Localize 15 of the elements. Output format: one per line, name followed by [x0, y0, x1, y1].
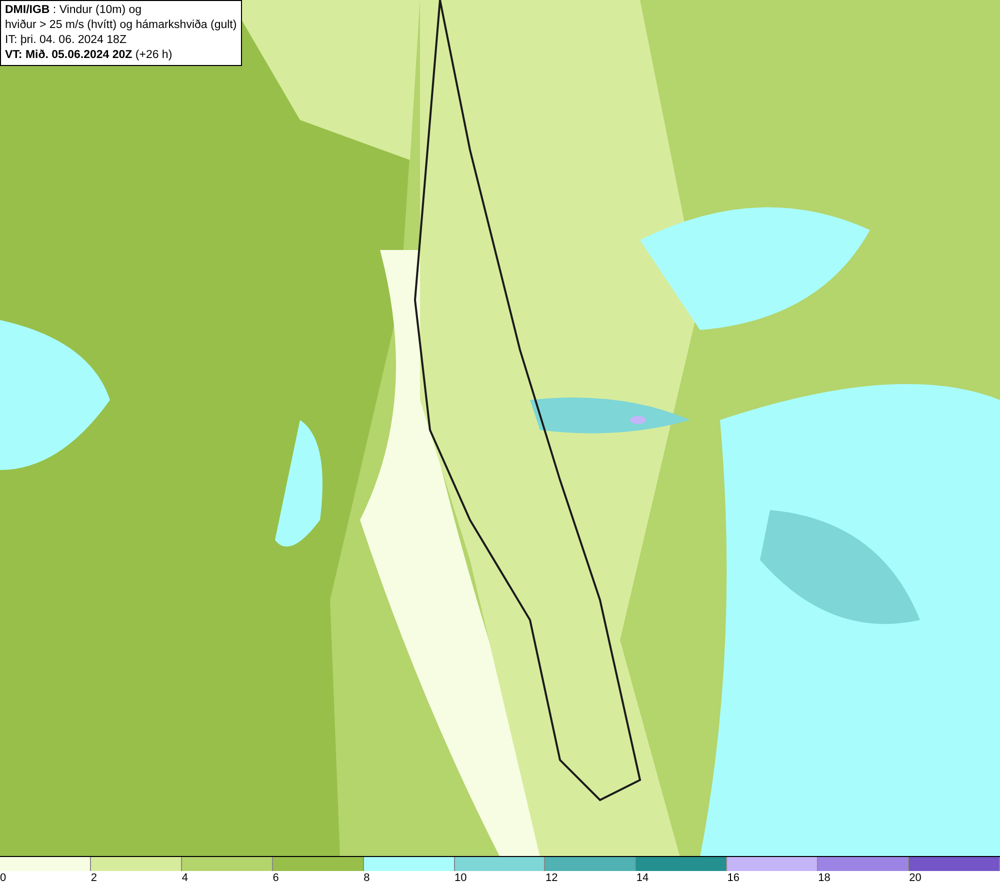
caption-line: IT: þri. 04. 06. 2024 18Z: [5, 33, 128, 48]
caption-line: hviður > 25 m/s (hvítt) og hámarkshviða (gult): [5, 18, 237, 33]
legend-label: 12: [545, 871, 558, 886]
legend-label: 16: [727, 871, 740, 886]
legend-label: 20: [909, 871, 922, 886]
legend-label: 18: [818, 871, 830, 886]
legend-label: 14: [636, 871, 649, 886]
legend-label: 2: [90, 871, 98, 886]
caption-line: DMI/IGB : Vindur (10m) og: [5, 3, 143, 18]
legend-label: 10: [454, 871, 467, 886]
legend-label: 4: [182, 871, 188, 886]
caption-line: VT: Mið. 05.06.2024 20Z (+26 h): [5, 48, 174, 63]
legend-label: 8: [364, 871, 370, 886]
legend-label: 0: [0, 871, 6, 886]
legend-label: 6: [272, 871, 279, 886]
